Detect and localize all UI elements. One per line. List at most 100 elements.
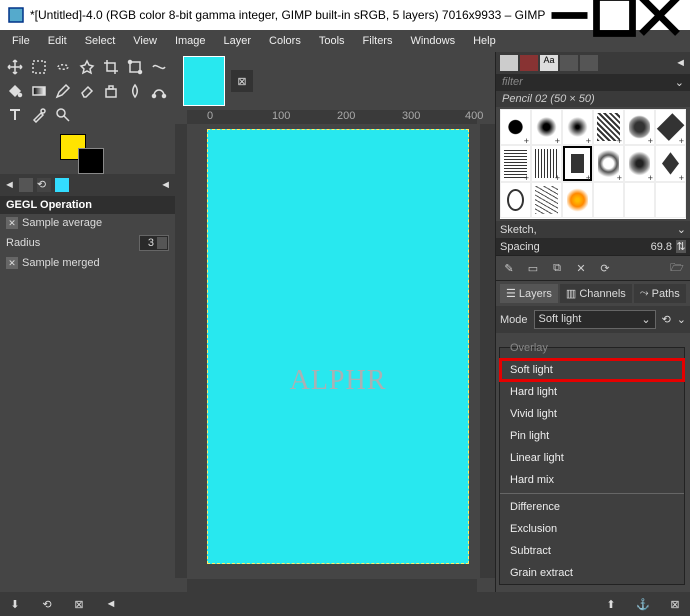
pencil-tool[interactable]	[52, 80, 74, 102]
menu-layer[interactable]: Layer	[216, 33, 260, 49]
brush-category[interactable]: Sketch,	[500, 224, 537, 236]
menu-edit[interactable]: Edit	[40, 33, 75, 49]
upload-icon[interactable]: ⬆	[602, 595, 620, 613]
menu-windows[interactable]: Windows	[402, 33, 463, 49]
sample-average-checkbox[interactable]: ✕	[6, 217, 18, 229]
mode-label: Mode	[500, 314, 528, 326]
tab-history[interactable]	[560, 55, 578, 71]
brush-actions: ✎ ▭ ⧉ ✕ ⟳ 🗁	[496, 255, 690, 281]
canvas[interactable]: ALPHR	[207, 129, 469, 564]
new-brush-icon[interactable]: ▭	[524, 259, 542, 277]
chevron-down-icon[interactable]: ⌄	[677, 223, 686, 236]
mode-subtract[interactable]: Subtract	[500, 540, 684, 562]
vertical-ruler[interactable]	[175, 124, 187, 578]
dock-menu-icon[interactable]: ◄	[4, 179, 15, 191]
tab-tool-options[interactable]	[19, 178, 33, 192]
brush-grid[interactable]	[500, 109, 686, 219]
image-thumbnail[interactable]	[183, 56, 225, 106]
watermark: ALPHR	[290, 365, 387, 397]
radius-spinner[interactable]: 3	[139, 235, 169, 251]
menu-view[interactable]: View	[125, 33, 165, 49]
refresh-brush-icon[interactable]: ⟳	[596, 259, 614, 277]
delete-brush-icon[interactable]: ✕	[572, 259, 590, 277]
warp-tool[interactable]	[148, 56, 170, 78]
chevron-down-icon[interactable]: ⌄	[677, 313, 686, 326]
toolbox	[0, 52, 175, 130]
tab-device[interactable]: ⟲	[37, 178, 51, 192]
reset-icon[interactable]: ◄	[102, 595, 120, 613]
menu-tools[interactable]: Tools	[311, 33, 353, 49]
horizontal-ruler[interactable]: 0 100 200 300 400	[187, 110, 477, 124]
brush-name: Pencil 02 (50 × 50)	[496, 91, 690, 107]
canvas-area[interactable]: ALPHR	[187, 124, 477, 578]
tool-options-header: GEGL Operation	[0, 196, 175, 214]
dock-options-icon[interactable]: ◄	[160, 179, 171, 191]
mode-hard-mix[interactable]: Hard mix	[500, 469, 684, 491]
save-icon[interactable]: ⬇	[6, 595, 24, 613]
close-button[interactable]	[637, 0, 682, 30]
tab-fonts[interactable]: Aa	[540, 55, 558, 71]
tab-doc[interactable]	[580, 55, 598, 71]
tab-image[interactable]	[55, 178, 69, 192]
color-picker-tool[interactable]	[28, 104, 50, 126]
mode-select[interactable]: Soft light⌄	[534, 310, 656, 329]
menu-filters[interactable]: Filters	[355, 33, 401, 49]
crop-tool[interactable]	[100, 56, 122, 78]
move-tool[interactable]	[4, 56, 26, 78]
tab-layers[interactable]: ☰Layers	[500, 284, 558, 303]
text-tool[interactable]	[4, 104, 26, 126]
duplicate-brush-icon[interactable]: ⧉	[548, 259, 566, 277]
bucket-tool[interactable]	[4, 80, 26, 102]
minimize-button[interactable]	[547, 0, 592, 30]
mode-vivid-light[interactable]: Vivid light	[500, 403, 684, 425]
delete-layer-icon[interactable]: ⊠	[666, 595, 684, 613]
rect-select-tool[interactable]	[28, 56, 50, 78]
smudge-tool[interactable]	[124, 80, 146, 102]
bottom-toolbar: ⬇ ⟲ ⊠ ◄ ⬆ ⚓ ⊠	[0, 592, 690, 616]
path-tool[interactable]	[148, 80, 170, 102]
eraser-tool[interactable]	[76, 80, 98, 102]
menu-colors[interactable]: Colors	[261, 33, 309, 49]
free-select-tool[interactable]	[52, 56, 74, 78]
menu-help[interactable]: Help	[465, 33, 504, 49]
background-color[interactable]	[78, 148, 104, 174]
tab-patterns[interactable]	[520, 55, 538, 71]
close-image-button[interactable]: ⊠	[231, 70, 253, 92]
mode-pin-light[interactable]: Pin light	[500, 425, 684, 447]
sample-average-label: Sample average	[22, 217, 102, 229]
chevron-down-icon[interactable]: ⌄	[675, 76, 684, 89]
mode-grain-extract[interactable]: Grain extract	[500, 562, 684, 584]
mode-exclusion[interactable]: Exclusion	[500, 518, 684, 540]
mode-linear-light[interactable]: Linear light	[500, 447, 684, 469]
sample-merged-checkbox[interactable]: ✕	[6, 257, 18, 269]
mode-overlay[interactable]: Overlay	[500, 342, 684, 359]
maximize-button[interactable]	[592, 0, 637, 30]
mode-hard-light[interactable]: Hard light	[500, 381, 684, 403]
mode-reset-icon[interactable]: ⟲	[662, 313, 671, 326]
spacing-value[interactable]: 69.8	[651, 241, 672, 253]
mode-difference[interactable]: Difference	[500, 496, 684, 518]
edit-brush-icon[interactable]: ✎	[500, 259, 518, 277]
menu-image[interactable]: Image	[167, 33, 214, 49]
anchor-icon[interactable]: ⚓	[634, 595, 652, 613]
tab-channels[interactable]: ▥Channels	[560, 284, 632, 303]
delete-icon[interactable]: ⊠	[70, 595, 88, 613]
color-swatches[interactable]	[0, 130, 175, 174]
tab-paths[interactable]: ⤳Paths	[634, 284, 686, 303]
zoom-tool[interactable]	[52, 104, 74, 126]
menu-file[interactable]: File	[4, 33, 38, 49]
dock-menu-icon[interactable]: ◄	[675, 57, 686, 69]
radius-label: Radius	[6, 237, 40, 249]
vertical-scrollbar[interactable]	[480, 124, 495, 578]
tab-brushes[interactable]	[500, 55, 518, 71]
mode-soft-light[interactable]: Soft light	[500, 359, 684, 381]
clone-tool[interactable]	[100, 80, 122, 102]
fuzzy-select-tool[interactable]	[76, 56, 98, 78]
menu-select[interactable]: Select	[77, 33, 124, 49]
app-logo	[8, 7, 24, 23]
revert-icon[interactable]: ⟲	[38, 595, 56, 613]
brush-filter-input[interactable]: filter	[502, 76, 675, 89]
open-brush-icon[interactable]: 🗁	[668, 259, 686, 277]
gradient-tool[interactable]	[28, 80, 50, 102]
transform-tool[interactable]	[124, 56, 146, 78]
